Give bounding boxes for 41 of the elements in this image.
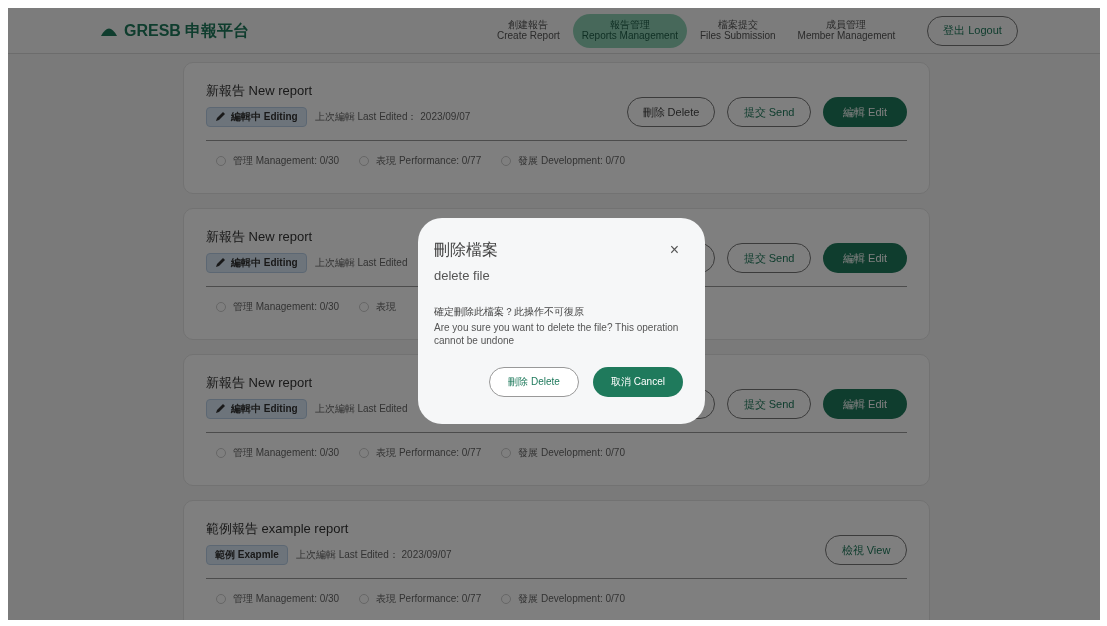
dialog-subtitle: delete file — [434, 267, 491, 285]
dialog-message: 確定刪除此檔案？此操作不可復原 — [434, 304, 585, 319]
status-badge: 範例 Exapmle — [206, 544, 288, 565]
status-badge: 編輯中 Editing — [206, 398, 307, 419]
nav-tab[interactable]: 檔案提交 Files Submission — [691, 13, 785, 48]
progress-label: 發展 Development: 0/70 — [518, 592, 625, 606]
report-title: 範例報告 example report — [206, 520, 350, 538]
view-button[interactable]: 檢視 View — [825, 535, 907, 565]
report-title: 新報告 New report — [206, 374, 314, 392]
cancel-button[interactable]: 取消 Cancel — [593, 366, 683, 397]
send-button[interactable]: 提交 Send — [727, 97, 811, 127]
delete-button[interactable]: 刪除 Delete — [627, 97, 715, 127]
edit-button[interactable]: 編輯 Edit — [823, 243, 907, 273]
dialog-message: Are you sure you want to delete the file? This operation cannot be undone — [434, 320, 680, 347]
nav-tab[interactable]: 成員管理 Member Management — [788, 13, 905, 48]
delete-button[interactable]: 刪除 Delete — [489, 366, 579, 397]
progress-label: 表現 Performance: 0/77 — [376, 592, 482, 606]
logo-text: GRESB 申報平台 — [124, 20, 250, 41]
pencil-icon — [215, 403, 226, 414]
pencil-icon — [215, 257, 226, 268]
close-button[interactable]: × — [669, 242, 679, 258]
status-badge: 編輯中 Editing — [206, 252, 307, 273]
send-button[interactable]: 提交 Send — [727, 243, 811, 273]
progress-label: 管理 Management: 0/30 — [233, 592, 340, 606]
edit-button[interactable]: 編輯 Edit — [823, 97, 907, 127]
report-title: 新報告 New report — [206, 228, 314, 246]
progress-label: 表現 Performance: 0/77 — [376, 446, 482, 460]
progress-label: 發展 Development: 0/70 — [518, 446, 625, 460]
report-title: 新報告 New report — [206, 82, 314, 100]
pencil-icon — [215, 111, 226, 122]
progress-label: 管理 Management: 0/30 — [233, 300, 340, 314]
send-button[interactable]: 提交 Send — [727, 389, 811, 419]
status-badge: 編輯中 Editing — [206, 106, 307, 127]
dialog-title: 刪除檔案 — [434, 240, 498, 260]
progress-label: 管理 Management: 0/30 — [233, 446, 340, 460]
nav-tab[interactable]: 創建報告 Create Report — [488, 13, 569, 48]
progress-label: 表現 — [376, 300, 397, 314]
progress-label: 管理 Management: 0/30 — [233, 154, 340, 168]
progress-label: 發展 Development: 0/70 — [518, 154, 625, 168]
progress-label: 表現 Performance: 0/77 — [376, 154, 482, 168]
edit-button[interactable]: 編輯 Edit — [823, 389, 907, 419]
